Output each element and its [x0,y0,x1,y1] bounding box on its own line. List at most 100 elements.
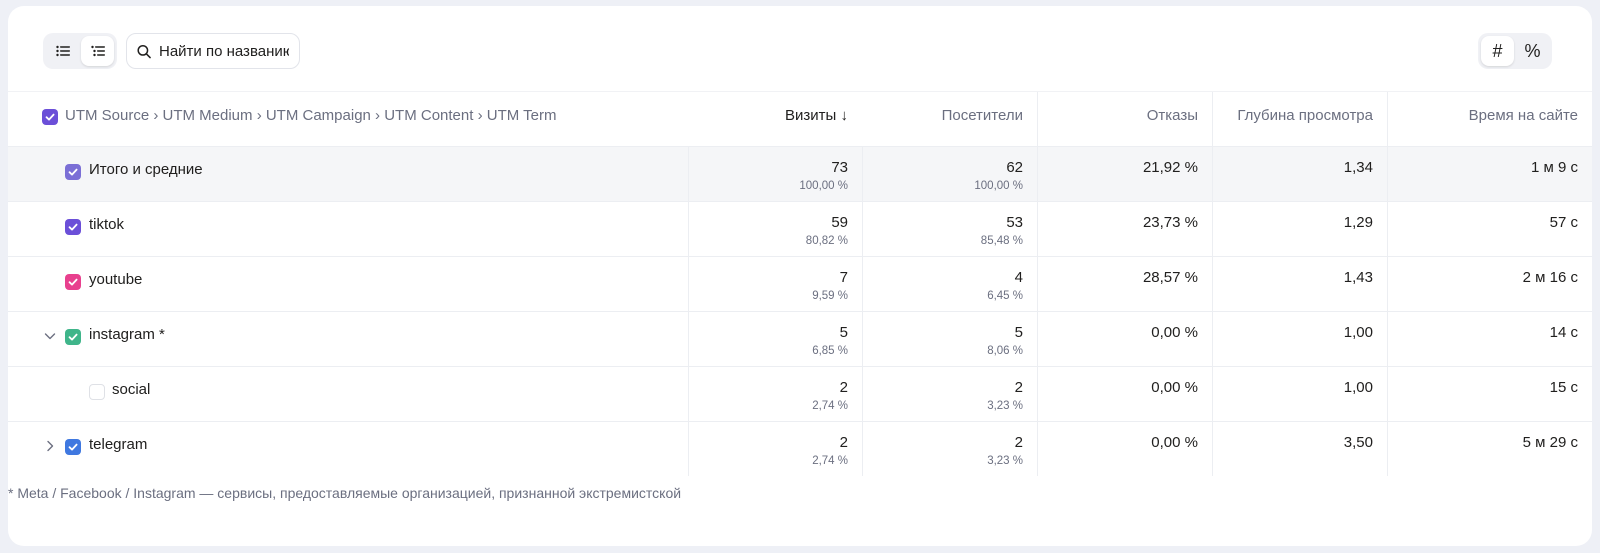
bounces-value: 0,00 % [1151,324,1198,341]
depth-value: 1,34 [1343,159,1373,176]
dimension-cell: telegram [8,422,688,476]
visits-cell: 59 80,82 % [688,202,862,256]
row-label: youtube [89,271,143,288]
visits-value: 2 [839,434,848,451]
row-checkbox[interactable] [65,329,81,345]
list-icon [55,45,70,57]
value-unit-toggle: # % [1478,33,1552,69]
time-value: 5 м 29 с [1522,434,1578,451]
tree-list-icon [90,45,105,57]
visits-percent: 2,74 % [812,400,848,412]
dimension-cell: social [8,367,688,421]
check-icon [68,223,78,231]
visits-cell: 2 2,74 % [688,367,862,421]
time-value: 2 м 16 с [1522,269,1578,286]
visits-value: 2 [839,379,848,396]
visits-value: 59 [831,214,848,231]
visits-percent: 80,82 % [805,235,848,247]
dimension-cell: tiktok [8,202,688,256]
search-input[interactable] [159,42,289,60]
row-label: instagram * [89,326,165,343]
depth-value: 1,43 [1343,269,1373,286]
bounces-cell: 23,73 % [1037,202,1212,256]
check-icon [68,443,78,451]
check-icon [68,278,78,286]
table-row[interactable]: instagram * 5 6,85 % 5 8,06 % 0,00 % 1,00 … [8,311,1592,366]
select-all-checkbox[interactable] [42,109,58,125]
chevron-right-icon[interactable] [43,439,57,453]
row-label: tiktok [89,216,125,233]
visitors-cell: 5 8,06 % [862,312,1037,366]
row-checkbox[interactable] [65,219,81,235]
chevron-down-icon[interactable] [43,329,57,343]
depth-value: 1,00 [1343,324,1373,341]
bounces-header: Отказы [1146,107,1198,124]
dimension-grouping-header[interactable]: UTM Source › UTM Medium › UTM Campaign ›… [65,107,556,124]
time-header-cell[interactable]: Время на сайте [1387,92,1592,146]
time-value: 57 с [1549,214,1578,231]
visitors-percent: 85,48 % [980,235,1023,247]
time-value: 14 с [1549,324,1578,341]
visitors-value: 2 [1014,379,1023,396]
table-row[interactable]: youtube 7 9,59 % 4 6,45 % 28,57 % 1,43 2 м… [8,256,1592,311]
visits-cell: 5 6,85 % [688,312,862,366]
time-cell: 57 с [1387,202,1592,256]
visits-cell: 2 2,74 % [688,422,862,476]
time-header: Время на сайте [1468,107,1578,124]
absolute-values-button[interactable]: # [1481,36,1514,66]
row-checkbox[interactable] [65,164,81,180]
depth-header-cell[interactable]: Глубина просмотра [1212,92,1387,146]
visits-percent: 6,85 % [812,345,848,357]
flat-list-view-button[interactable] [46,36,79,66]
dimension-cell: youtube [8,257,688,311]
bounces-header-cell[interactable]: Отказы [1037,92,1212,146]
visitors-value: 2 [1014,434,1023,451]
visits-header-cell[interactable]: Визиты ↓ [688,92,862,146]
time-value: 15 с [1549,379,1578,396]
tree-view-button[interactable] [81,36,114,66]
row-label: Итого и средние [89,161,203,178]
row-checkbox[interactable] [89,384,105,400]
visitors-percent: 8,06 % [987,345,1023,357]
table-row[interactable]: tiktok 59 80,82 % 53 85,48 % 23,73 % 1,29 … [8,201,1592,256]
visitors-header-cell[interactable]: Посетители [862,92,1037,146]
depth-header: Глубина просмотра [1237,107,1373,124]
visits-value: 73 [831,159,848,176]
depth-cell: 3,50 [1212,422,1387,476]
dimension-cell: instagram * [8,312,688,366]
visits-cell: 7 9,59 % [688,257,862,311]
bounces-cell: 0,00 % [1037,422,1212,476]
bounces-value: 23,73 % [1142,214,1198,231]
row-checkbox[interactable] [65,274,81,290]
depth-value: 1,00 [1343,379,1373,396]
check-icon [68,168,78,176]
search-box [126,33,300,69]
dimension-cell: Итого и средние [8,147,688,201]
table-row-total: Итого и средние 73 100,00 % 62 100,00 % 21… [8,146,1592,201]
table-row[interactable]: social 2 2,74 % 2 3,23 % 0,00 % 1,00 15 с [8,366,1592,421]
row-checkbox[interactable] [65,439,81,455]
depth-cell: 1,43 [1212,257,1387,311]
bounces-cell: 0,00 % [1037,367,1212,421]
visitors-percent: 3,23 % [987,455,1023,467]
time-cell: 1 м 9 с [1387,147,1592,201]
time-cell: 2 м 16 с [1387,257,1592,311]
time-value: 1 м 9 с [1531,159,1578,176]
bounces-cell: 0,00 % [1037,312,1212,366]
table-row[interactable]: telegram 2 2,74 % 2 3,23 % 0,00 % 3,50 5 м… [8,421,1592,476]
row-label: social [112,381,151,398]
bounces-value: 0,00 % [1151,379,1198,396]
report-card: # % UTM Source › UTM Medium › UTM Campai… [8,6,1592,546]
bounces-value: 28,57 % [1142,269,1198,286]
visitors-percent: 3,23 % [987,400,1023,412]
visits-percent: 9,59 % [812,290,848,302]
table-header: UTM Source › UTM Medium › UTM Campaign ›… [8,91,1592,146]
percent-values-button[interactable]: % [1516,36,1549,66]
visits-cell: 73 100,00 % [688,147,862,201]
visitors-value: 62 [1006,159,1023,176]
visits-percent: 2,74 % [812,455,848,467]
visitors-cell: 2 3,23 % [862,367,1037,421]
depth-value: 1,29 [1343,214,1373,231]
check-icon [68,333,78,341]
visitors-value: 5 [1014,324,1023,341]
